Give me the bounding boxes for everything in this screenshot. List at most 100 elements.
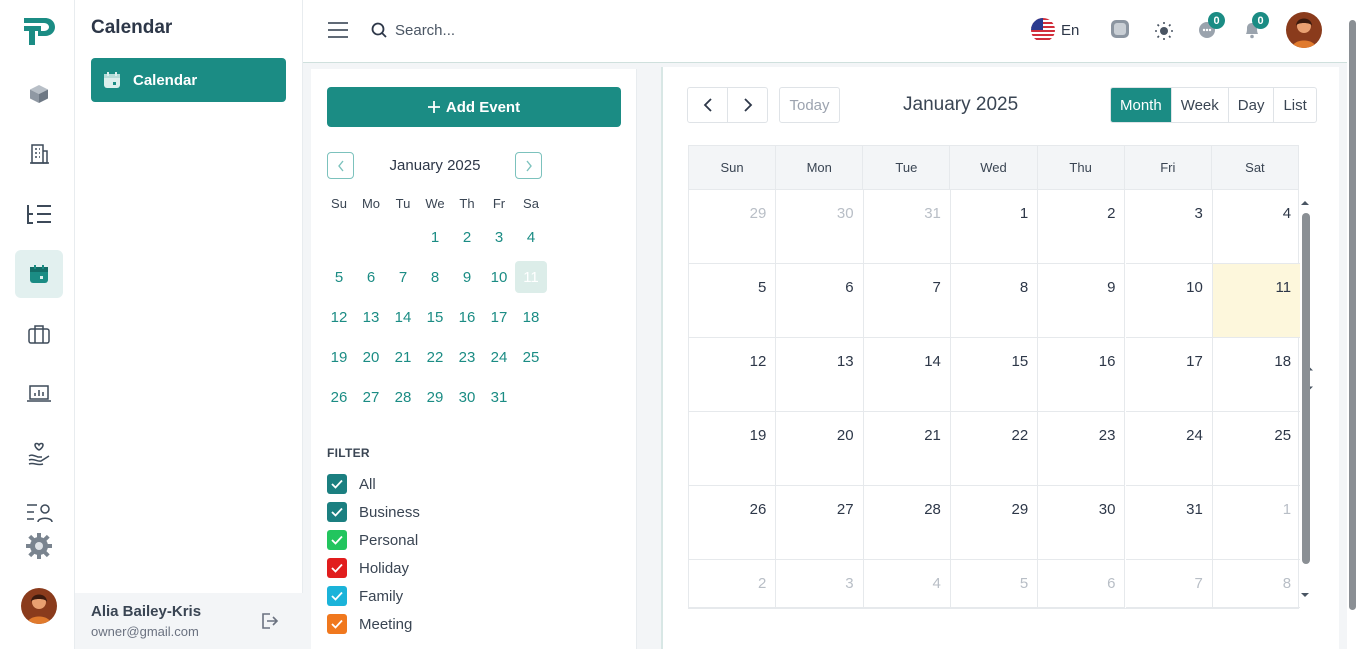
mini-day[interactable]: 27 xyxy=(355,381,387,413)
mini-day[interactable]: 6 xyxy=(355,261,387,293)
checkbox[interactable] xyxy=(327,502,347,522)
day-cell[interactable]: 22 xyxy=(950,412,1039,486)
day-cell[interactable]: 17 xyxy=(1125,338,1213,412)
day-cell[interactable]: 5 xyxy=(689,264,777,338)
day-cell[interactable]: 2 xyxy=(689,560,777,608)
filter-item[interactable]: Family xyxy=(327,586,403,606)
rail-item-products[interactable] xyxy=(15,70,63,118)
day-cell[interactable]: 15 xyxy=(950,338,1039,412)
prev-month-button[interactable] xyxy=(687,87,728,123)
app-logo[interactable] xyxy=(21,12,57,48)
mini-day[interactable]: 13 xyxy=(355,301,387,333)
day-cell[interactable]: 4 xyxy=(863,560,951,608)
rail-item-reports[interactable] xyxy=(15,370,63,418)
mini-day[interactable]: 15 xyxy=(419,301,451,333)
day-cell[interactable]: 8 xyxy=(950,264,1039,338)
view-list-button[interactable]: List xyxy=(1273,88,1315,122)
day-cell[interactable]: 14 xyxy=(863,338,951,412)
checkbox[interactable] xyxy=(327,586,347,606)
mini-day[interactable]: 23 xyxy=(451,341,483,373)
rail-item-jobs[interactable] xyxy=(15,310,63,358)
rail-item-support[interactable] xyxy=(15,430,63,478)
mini-day[interactable]: 28 xyxy=(387,381,419,413)
day-cell[interactable]: 27 xyxy=(776,486,864,560)
view-week-button[interactable]: Week xyxy=(1170,88,1228,122)
sun-icon[interactable] xyxy=(1154,21,1174,41)
mini-day[interactable]: 19 xyxy=(323,341,355,373)
day-cell[interactable]: 5 xyxy=(950,560,1039,608)
day-cell[interactable]: 8 xyxy=(1212,560,1301,608)
day-cell[interactable]: 16 xyxy=(1038,338,1126,412)
header-avatar[interactable] xyxy=(1286,12,1322,48)
mini-day[interactable]: 26 xyxy=(323,381,355,413)
checkbox[interactable] xyxy=(327,530,347,550)
sidebar-item-calendar[interactable]: Calendar xyxy=(91,58,286,102)
day-cell[interactable]: 10 xyxy=(1125,264,1213,338)
mini-day[interactable]: 16 xyxy=(451,301,483,333)
grid-scroll-down-icon[interactable] xyxy=(1300,591,1310,599)
rail-item-company[interactable] xyxy=(15,130,63,178)
day-cell[interactable]: 6 xyxy=(776,264,864,338)
mini-day[interactable]: 18 xyxy=(515,301,547,333)
day-cell[interactable]: 1 xyxy=(950,190,1039,264)
day-cell[interactable]: 31 xyxy=(1125,486,1213,560)
mini-day[interactable]: 24 xyxy=(483,341,515,373)
mini-day[interactable]: 10 xyxy=(483,261,515,293)
page-scrollbar[interactable] xyxy=(1349,20,1356,610)
view-month-button[interactable]: Month xyxy=(1111,88,1171,122)
day-cell[interactable]: 4 xyxy=(1212,190,1301,264)
day-cell[interactable]: 29 xyxy=(689,190,777,264)
day-cell[interactable]: 30 xyxy=(776,190,864,264)
rail-item-calendar[interactable] xyxy=(15,250,63,298)
mini-day[interactable]: 21 xyxy=(387,341,419,373)
day-cell[interactable]: 24 xyxy=(1125,412,1213,486)
mini-day[interactable]: 31 xyxy=(483,381,515,413)
view-day-button[interactable]: Day xyxy=(1227,88,1274,122)
mini-day[interactable]: 22 xyxy=(419,341,451,373)
logout-icon[interactable] xyxy=(259,611,279,631)
filter-item[interactable]: Holiday xyxy=(327,558,409,578)
day-cell[interactable]: 12 xyxy=(689,338,777,412)
mini-day[interactable]: 5 xyxy=(323,261,355,293)
today-button[interactable]: Today xyxy=(779,87,840,123)
day-cell[interactable]: 3 xyxy=(776,560,864,608)
day-cell[interactable]: 19 xyxy=(689,412,777,486)
mini-day[interactable]: 29 xyxy=(419,381,451,413)
rail-item-settings[interactable] xyxy=(15,522,63,570)
day-cell[interactable]: 7 xyxy=(1125,560,1213,608)
grid-scroll-up-icon[interactable] xyxy=(1300,199,1310,207)
mini-day[interactable]: 12 xyxy=(323,301,355,333)
apps-icon[interactable] xyxy=(1110,19,1130,39)
mini-day[interactable]: 8 xyxy=(419,261,451,293)
day-cell-today[interactable]: 11 xyxy=(1212,264,1301,338)
day-cell[interactable]: 18 xyxy=(1212,338,1301,412)
next-month-button[interactable] xyxy=(727,87,768,123)
mini-day[interactable]: 14 xyxy=(387,301,419,333)
checkbox[interactable] xyxy=(327,474,347,494)
mini-day[interactable]: 20 xyxy=(355,341,387,373)
rail-item-list[interactable] xyxy=(15,190,63,238)
checkbox[interactable] xyxy=(327,614,347,634)
mini-day[interactable]: 9 xyxy=(451,261,483,293)
grid-scrollbar[interactable] xyxy=(1302,213,1310,564)
day-cell[interactable]: 31 xyxy=(863,190,951,264)
day-cell[interactable]: 25 xyxy=(1212,412,1301,486)
language-selector[interactable]: En xyxy=(1031,18,1079,42)
day-cell[interactable]: 1 xyxy=(1212,486,1301,560)
checkbox[interactable] xyxy=(327,558,347,578)
mini-day[interactable]: 4 xyxy=(515,221,547,253)
mini-day-selected[interactable]: 11 xyxy=(515,261,547,293)
day-cell[interactable]: 26 xyxy=(689,486,777,560)
mini-day[interactable]: 2 xyxy=(451,221,483,253)
filter-item[interactable]: Business xyxy=(327,502,420,522)
mini-day[interactable]: 30 xyxy=(451,381,483,413)
mini-day[interactable]: 7 xyxy=(387,261,419,293)
menu-icon[interactable] xyxy=(327,21,349,39)
day-cell[interactable]: 3 xyxy=(1125,190,1213,264)
mini-next-month-button[interactable] xyxy=(515,152,542,179)
day-cell[interactable]: 29 xyxy=(950,486,1039,560)
day-cell[interactable]: 13 xyxy=(776,338,864,412)
add-event-button[interactable]: Add Event xyxy=(327,87,621,127)
day-cell[interactable]: 6 xyxy=(1038,560,1126,608)
mini-prev-month-button[interactable] xyxy=(327,152,354,179)
